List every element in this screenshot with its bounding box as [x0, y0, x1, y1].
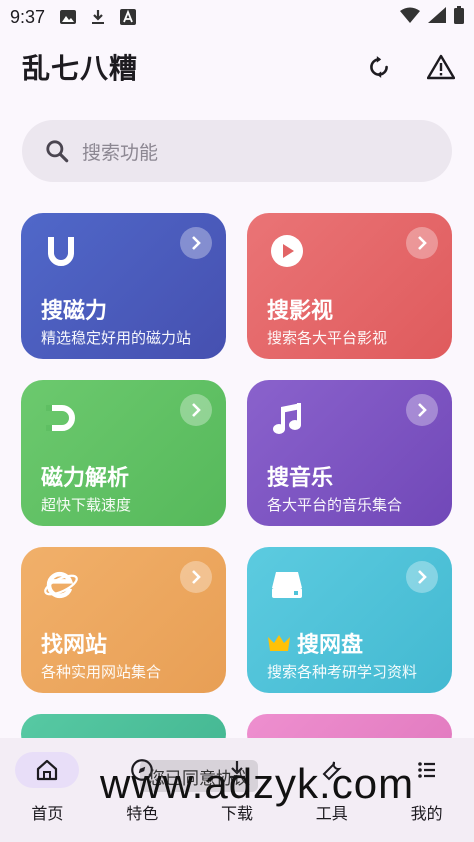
chevron-right-icon	[406, 394, 438, 426]
browser-e-icon	[43, 567, 79, 603]
card-title: 搜影视	[267, 299, 334, 324]
refresh-button[interactable]	[362, 50, 396, 84]
music-note-icon	[269, 400, 305, 436]
magnet-icon	[43, 400, 79, 436]
card-title: 磁力解析	[41, 466, 130, 491]
card-search-video[interactable]: 搜影视 搜索各大平台影视	[247, 213, 452, 359]
app-a-icon	[119, 8, 137, 26]
magnet-u-icon	[43, 233, 79, 269]
signal-icon	[428, 7, 446, 28]
card-subtitle: 搜索各大平台影视	[267, 329, 388, 347]
card-title: 搜磁力	[41, 299, 108, 324]
status-time: 9:37	[10, 6, 46, 27]
battery-icon	[454, 6, 464, 29]
card-magnet-parse[interactable]: 磁力解析 超快下载速度	[21, 380, 226, 526]
app-header: 乱七八糟	[0, 34, 474, 100]
card-title-row: 搜网盘	[267, 627, 363, 659]
chevron-right-icon	[180, 227, 212, 259]
card-subtitle: 精选稳定好用的磁力站	[41, 329, 192, 347]
card-search-netdisk[interactable]: 搜网盘 搜索各种考研学习资料	[247, 547, 452, 693]
nav-label: 我的	[410, 804, 443, 823]
nav-label: 首页	[31, 804, 64, 823]
card-subtitle: 搜索各种考研学习资料	[267, 663, 418, 681]
card-search-music[interactable]: 搜音乐 各大平台的音乐集合	[247, 380, 452, 526]
card-title: 找网站	[41, 633, 108, 658]
chevron-right-icon	[406, 561, 438, 593]
card-subtitle: 超快下载速度	[41, 496, 132, 514]
warning-icon	[427, 54, 455, 80]
chevron-right-icon	[180, 394, 212, 426]
nav-item-home[interactable]: 首页	[0, 738, 95, 842]
watermark-text: www.adzyk.com	[100, 760, 415, 807]
refresh-icon	[370, 56, 388, 78]
search-placeholder: 搜索功能	[82, 141, 159, 164]
card-search-magnet[interactable]: 搜磁力 精选稳定好用的磁力站	[21, 213, 226, 359]
chevron-right-icon	[406, 227, 438, 259]
drive-icon	[269, 567, 305, 603]
status-bar: 9:37	[0, 0, 474, 34]
card-title: 搜音乐	[267, 466, 334, 491]
crown-icon	[268, 635, 290, 651]
image-icon	[59, 8, 77, 26]
wifi-icon	[400, 7, 420, 28]
search-icon	[46, 140, 69, 163]
card-title: 搜网盘	[297, 633, 364, 658]
card-find-website[interactable]: 找网站 各种实用网站集合	[21, 547, 226, 693]
warning-button[interactable]	[424, 50, 458, 84]
card-subtitle: 各大平台的音乐集合	[267, 496, 403, 514]
play-icon	[269, 233, 305, 269]
download-status-icon	[89, 8, 107, 26]
page-title: 乱七八糟	[22, 52, 139, 85]
search-bar[interactable]: 搜索功能	[22, 120, 452, 182]
home-icon	[15, 752, 80, 788]
card-subtitle: 各种实用网站集合	[41, 663, 162, 681]
chevron-right-icon	[180, 561, 212, 593]
